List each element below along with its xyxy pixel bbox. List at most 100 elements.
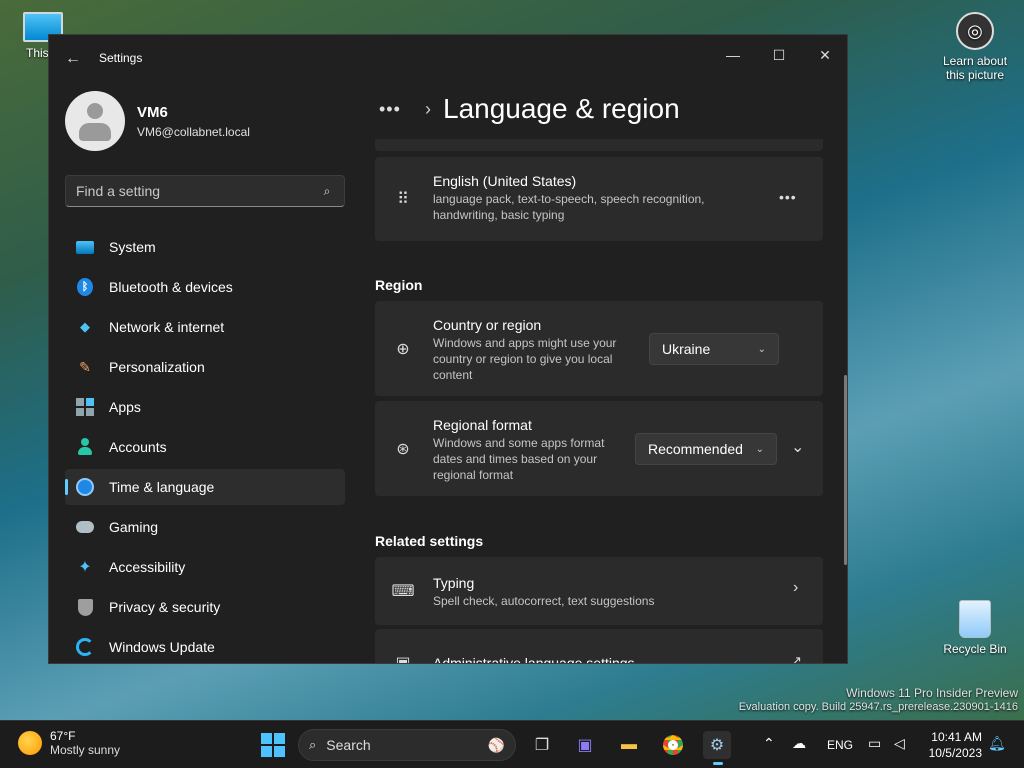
- volume-muted-icon[interactable]: ◁: [894, 735, 905, 752]
- sun-cloud-icon: [18, 731, 42, 755]
- weather-widget[interactable]: 67°F Mostly sunny: [18, 729, 120, 757]
- sidebar-item-label: Accessibility: [109, 559, 186, 575]
- sidebar-item-time-language[interactable]: Time & language: [65, 469, 345, 505]
- sidebar-item-label: Accounts: [109, 439, 167, 455]
- gamepad-icon: [75, 517, 95, 537]
- sidebar-item-label: Bluetooth & devices: [109, 279, 233, 295]
- language-name: English (United States): [433, 173, 577, 189]
- country-desc-line-3: content: [433, 368, 473, 382]
- sidebar-item-accounts[interactable]: Accounts: [65, 429, 345, 465]
- find-setting-search[interactable]: ⌕: [65, 175, 345, 207]
- sidebar-item-label: Time & language: [109, 479, 215, 495]
- sidebar-item-label: Personalization: [109, 359, 205, 375]
- desktop-recycle-bin[interactable]: Recycle Bin: [940, 600, 1010, 656]
- content-pane[interactable]: ⠿ English (United States) language pack,…: [375, 139, 825, 664]
- network-icon[interactable]: ▭: [868, 735, 881, 752]
- sidebar-nav: System ᛒ Bluetooth & devices ◆ Network &…: [65, 229, 345, 663]
- sidebar-item-windows-update[interactable]: Windows Update: [65, 629, 345, 663]
- taskbar-search[interactable]: ⌕ Search ⚾: [298, 729, 516, 761]
- task-view-button[interactable]: ❐: [528, 731, 556, 759]
- sidebar-item-accessibility[interactable]: ✦ Accessibility: [65, 549, 345, 585]
- content-scrollbar[interactable]: [844, 375, 847, 565]
- show-hidden-icons-button[interactable]: ⌃: [763, 735, 775, 752]
- regional-format-card[interactable]: ⊛ Regional format Windows and some apps …: [375, 401, 823, 496]
- windows-logo-icon: [261, 733, 285, 757]
- search-icon[interactable]: ⌕: [320, 184, 334, 198]
- language-card-english[interactable]: ⠿ English (United States) language pack,…: [375, 157, 823, 241]
- desktop-learn-about-picture[interactable]: ◎ Learn about this picture: [940, 12, 1010, 82]
- sidebar-item-label: System: [109, 239, 156, 255]
- chevron-down-icon: ⌄: [755, 443, 764, 455]
- admin-title: Administrative language settings: [433, 655, 635, 664]
- expand-chevron-icon[interactable]: ⌄: [791, 437, 804, 457]
- country-region-card: ⊕ Country or region Windows and apps mig…: [375, 301, 823, 396]
- admin-icon: ▣: [395, 655, 411, 664]
- format-desc-line-1: Windows and some apps format: [433, 436, 605, 450]
- learn-label-2: this picture: [945, 68, 1005, 82]
- country-dropdown[interactable]: Ukraine ⌄: [649, 333, 779, 365]
- breadcrumb: ••• › Language & region: [379, 93, 680, 125]
- back-button[interactable]: ←: [63, 49, 83, 69]
- sidebar-item-bluetooth[interactable]: ᛒ Bluetooth & devices: [65, 269, 345, 305]
- search-input[interactable]: [76, 183, 320, 199]
- chrome-button[interactable]: [659, 731, 687, 759]
- file-explorer-button[interactable]: ▬: [615, 731, 643, 759]
- country-desc-line-1: Windows and apps might use your: [433, 336, 617, 350]
- sidebar-item-system[interactable]: System: [65, 229, 345, 265]
- chevron-right-icon: ›: [793, 579, 799, 596]
- sidebar-item-personalization[interactable]: ✎ Personalization: [65, 349, 345, 385]
- sidebar-item-label: Privacy & security: [109, 599, 221, 615]
- update-icon: [75, 637, 95, 657]
- admin-language-card[interactable]: ▣ Administrative language settings ↗: [375, 629, 823, 664]
- format-value: Recommended: [648, 441, 743, 457]
- taskbar-search-label: Search: [326, 737, 371, 753]
- title-bar[interactable]: ← Settings — ☐ ✕: [49, 35, 847, 81]
- onedrive-icon[interactable]: ☁: [792, 735, 806, 752]
- format-desc-line-3: regional format: [433, 468, 514, 482]
- regional-format-icon: ⊛: [396, 441, 410, 458]
- minimize-button[interactable]: —: [711, 41, 755, 69]
- monitor-icon: [75, 237, 95, 257]
- page-title: Language & region: [443, 93, 680, 124]
- regional-format-dropdown[interactable]: Recommended ⌄: [635, 433, 777, 465]
- sidebar-item-label: Apps: [109, 399, 141, 415]
- learn-label-1: Learn about: [942, 54, 1008, 68]
- drag-handle-icon[interactable]: ⠿: [391, 187, 415, 211]
- settings-window: ← Settings — ☐ ✕ VM6 VM6@collabnet.local…: [48, 34, 848, 664]
- close-button[interactable]: ✕: [803, 41, 847, 69]
- person-icon: [75, 437, 95, 457]
- accessibility-icon: ✦: [78, 559, 92, 576]
- input-language[interactable]: ENG: [827, 738, 853, 752]
- language-more-button[interactable]: •••: [779, 189, 797, 205]
- region-heading: Region: [375, 277, 423, 293]
- format-desc-line-2: dates and times based on your: [433, 452, 598, 466]
- breadcrumb-more-button[interactable]: •••: [379, 99, 409, 120]
- apps-icon: [75, 397, 95, 417]
- task-view-icon: ❐: [534, 737, 550, 754]
- watermark-line-1: Windows 11 Pro Insider Preview: [846, 686, 1018, 700]
- gear-icon: ⚙: [709, 737, 725, 754]
- sidebar-item-gaming[interactable]: Gaming: [65, 509, 345, 545]
- country-value: Ukraine: [662, 341, 711, 357]
- video-chat-icon: ▣: [577, 737, 593, 754]
- settings-taskbar-button[interactable]: ⚙: [703, 731, 731, 765]
- shield-icon: [75, 597, 95, 617]
- maximize-button[interactable]: ☐: [757, 41, 801, 69]
- previous-card-edge: [375, 139, 823, 151]
- start-button[interactable]: [259, 731, 287, 759]
- search-highlight-icon: ⚾: [487, 736, 505, 753]
- chevron-down-icon: ⌄: [757, 343, 766, 355]
- typing-card[interactable]: ⌨ Typing Spell check, autocorrect, text …: [375, 557, 823, 625]
- taskbar: 67°F Mostly sunny ⌕ Search ⚾ ❐ ▣ ▬ ⚙ ⌃ ☁…: [0, 720, 1024, 768]
- user-profile[interactable]: VM6 VM6@collabnet.local: [65, 91, 250, 151]
- sidebar-item-label: Gaming: [109, 519, 159, 535]
- system-clock[interactable]: 10:41 AM 10/5/2023: [916, 729, 982, 761]
- notification-bell-icon[interactable]: 🔔︎: [988, 735, 1006, 752]
- sidebar-item-privacy[interactable]: Privacy & security: [65, 589, 345, 625]
- teams-chat-button[interactable]: ▣: [571, 731, 599, 759]
- recycle-bin-icon: [959, 600, 991, 638]
- sidebar-item-apps[interactable]: Apps: [65, 389, 345, 425]
- bluetooth-icon: ᛒ: [75, 277, 95, 297]
- sidebar-item-network[interactable]: ◆ Network & internet: [65, 309, 345, 345]
- close-icon: ✕: [819, 46, 831, 63]
